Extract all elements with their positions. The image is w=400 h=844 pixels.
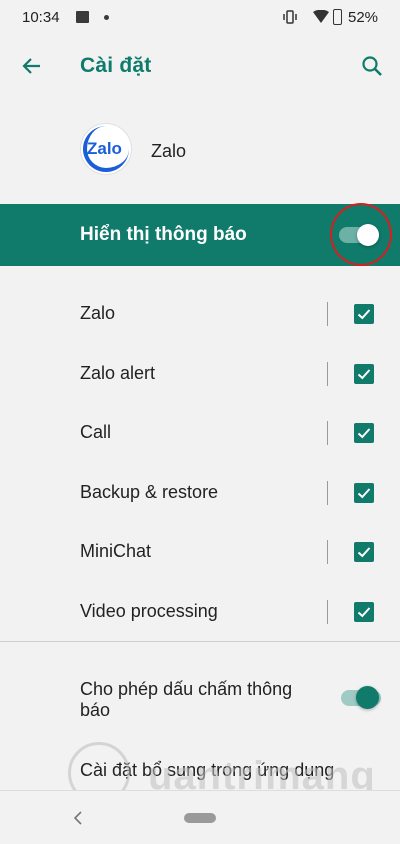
dot-icon	[104, 15, 109, 20]
notification-dots-switch-thumb[interactable]	[356, 686, 379, 709]
app-bar: Cài đặt	[0, 34, 400, 100]
vibrate-icon	[283, 10, 297, 24]
channel-divider	[327, 540, 328, 564]
show-notifications-label: Hiển thị thông báo	[80, 224, 247, 245]
channel-divider	[327, 302, 328, 326]
notification-dots-label: Cho phép dấu chấm thông báo	[80, 679, 293, 720]
app-logo-text: Zalo	[87, 139, 122, 158]
channel-label: Zalo	[80, 303, 116, 323]
channel-checkbox[interactable]	[354, 304, 374, 324]
channel-label: Zalo alert	[80, 363, 156, 383]
channel-label: Video processing	[80, 601, 218, 621]
check-icon	[357, 488, 371, 499]
channel-divider	[327, 362, 328, 386]
navigation-bar	[0, 790, 400, 844]
divider	[0, 641, 400, 642]
check-icon	[357, 547, 371, 558]
channel-row[interactable]: MiniChat	[0, 522, 400, 582]
battery-percent: 52%	[348, 9, 379, 26]
channel-row[interactable]: Video processing	[0, 582, 400, 642]
channel-divider	[327, 421, 328, 445]
check-icon	[357, 607, 371, 618]
check-icon	[357, 369, 371, 380]
app-logo: Zalo	[80, 123, 132, 175]
channel-label: Backup & restore	[80, 482, 219, 502]
channel-checkbox[interactable]	[354, 483, 374, 503]
arrow-left-icon[interactable]	[20, 54, 44, 78]
channel-label: Call	[80, 422, 112, 442]
highlight-circle	[330, 203, 392, 266]
status-bar: 10:34 52%	[0, 0, 400, 34]
additional-settings-label[interactable]: Cài đặt bổ sung trong ứng dụng	[80, 760, 334, 781]
wifi-icon	[313, 10, 329, 23]
battery-icon	[333, 9, 342, 25]
channel-checkbox[interactable]	[354, 602, 374, 622]
app-name: Zalo	[151, 141, 187, 161]
page-title: Cài đặt	[80, 54, 152, 77]
check-icon	[357, 309, 371, 320]
search-icon[interactable]	[360, 54, 384, 78]
image-icon	[76, 11, 89, 23]
channel-row[interactable]: Zalo alert	[0, 344, 400, 404]
channel-row[interactable]: Backup & restore	[0, 463, 400, 523]
channel-divider	[327, 481, 328, 505]
channel-row[interactable]: Zalo	[0, 284, 400, 344]
channel-row[interactable]: Call	[0, 403, 400, 463]
channel-label: MiniChat	[80, 541, 152, 561]
channel-checkbox[interactable]	[354, 542, 374, 562]
status-time: 10:34	[22, 9, 60, 26]
channel-checkbox[interactable]	[354, 364, 374, 384]
nav-back-icon[interactable]	[72, 811, 84, 825]
check-icon	[357, 428, 371, 439]
channel-divider	[327, 600, 328, 624]
channel-checkbox[interactable]	[354, 423, 374, 443]
nav-home-pill[interactable]	[184, 813, 216, 823]
